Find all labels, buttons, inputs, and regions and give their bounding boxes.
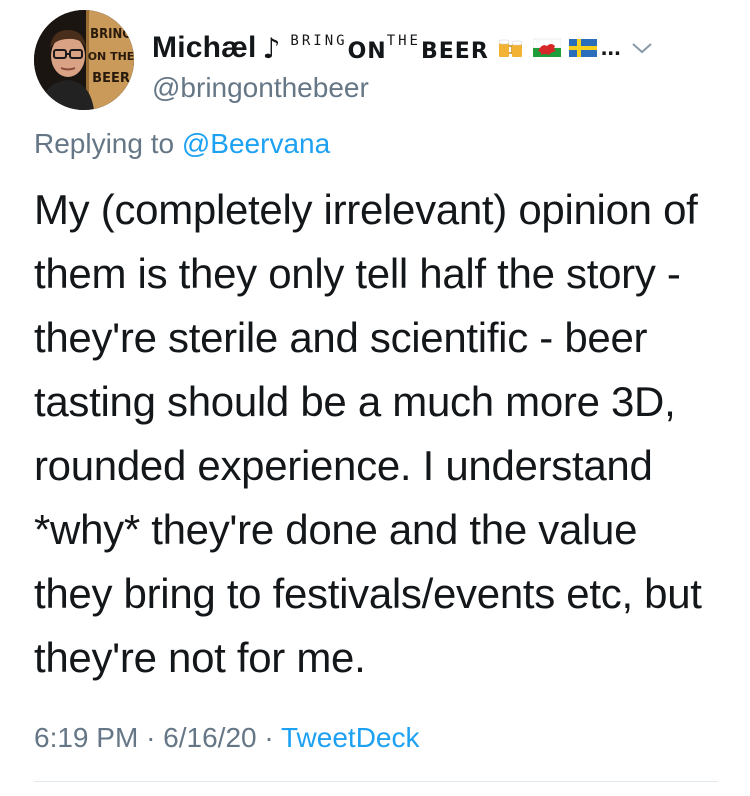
tweet-line: they bring to festivals/events etc, but	[34, 570, 702, 617]
reply-context: Replying to @Beervana	[34, 128, 330, 160]
tweet-line: rounded experience. I understand	[34, 442, 653, 489]
tweet-line: My (completely irrelevant) opinion of	[34, 186, 698, 233]
avatar-sign-line-2: ON THE	[88, 50, 134, 63]
bio-tag: BRING ON THE BEER	[290, 33, 489, 64]
avatar[interactable]: BRING ON THE BEER	[34, 10, 134, 110]
tweet-card: BRING ON THE BEER Michæl ♪ BRING ON THE …	[0, 0, 750, 796]
name-row[interactable]: Michæl ♪ BRING ON THE BEER ...	[152, 28, 724, 68]
tweet-line: them is they only tell half the story -	[34, 250, 681, 297]
avatar-sign-line-1: BRING	[90, 27, 132, 42]
display-name[interactable]: Michæl	[152, 31, 257, 65]
tweet-source-link[interactable]: TweetDeck	[281, 722, 420, 753]
reply-prefix: Replying to	[34, 128, 175, 159]
wales-flag-icon	[532, 38, 561, 57]
tweet-text: My (completely irrelevant) opinion of th…	[34, 178, 724, 690]
sweden-flag-icon	[568, 39, 597, 57]
tweet-line: they're sterile and scientific - beer	[34, 314, 648, 361]
bio-tag-end: BEER	[421, 39, 489, 64]
tweet-line: tasting should be a much more 3D,	[34, 378, 676, 425]
tweet-header: BRING ON THE BEER Michæl ♪ BRING ON THE …	[34, 10, 724, 110]
bio-tag-mid: ON	[347, 39, 387, 64]
reply-mention-link[interactable]: @Beervana	[182, 128, 330, 159]
tweet-date[interactable]: 6/16/20	[163, 722, 256, 753]
tweet-line: they're not for me.	[34, 634, 366, 681]
user-handle[interactable]: @bringonthebeer	[152, 72, 369, 104]
avatar-image: BRING ON THE BEER	[34, 10, 134, 110]
tweet-line: *why* they're done and the value	[34, 506, 638, 553]
divider	[34, 781, 718, 782]
bio-tag-sup-right: THE	[386, 33, 421, 49]
meta-separator: ·	[146, 722, 156, 753]
avatar-sign-line-3: BEER	[92, 71, 130, 86]
meta-separator: ·	[264, 722, 274, 753]
tweet-time[interactable]: 6:19 PM	[34, 722, 138, 753]
chevron-down-icon[interactable]	[631, 41, 653, 55]
name-ellipsis: ...	[600, 34, 621, 61]
tweet-meta: 6:19 PM · 6/16/20 · TweetDeck	[34, 722, 419, 754]
beer-mugs-icon	[498, 39, 523, 57]
bio-tag-sup-left: BRING	[290, 33, 348, 49]
music-note-icon: ♪	[262, 31, 281, 65]
